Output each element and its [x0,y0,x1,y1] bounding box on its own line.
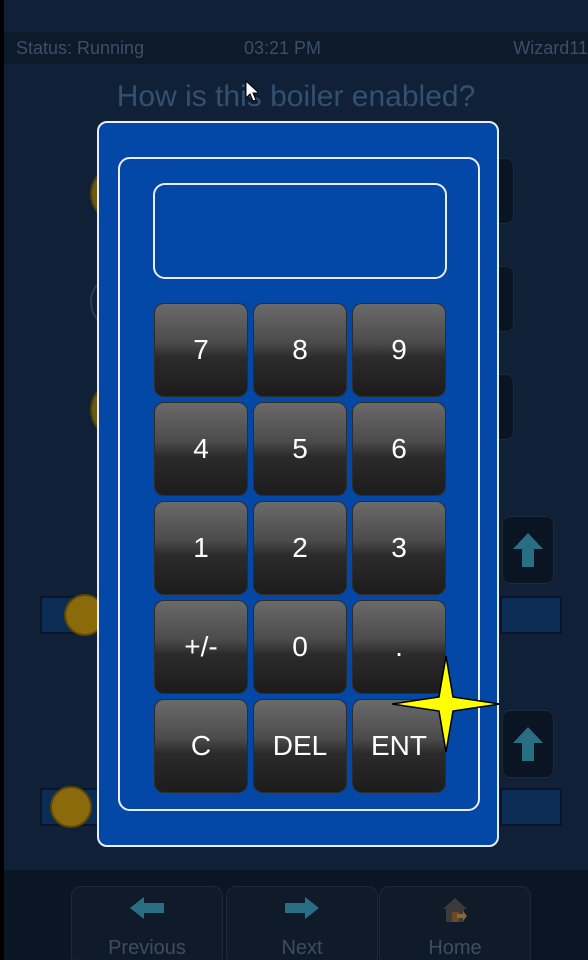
slider-knob-2[interactable] [50,786,92,828]
bottom-nav: Previous Next Home [4,870,588,960]
click-sparkle-icon [392,656,500,752]
key-plus-minus[interactable]: +/- [154,600,248,694]
clock-text: 03:21 PM [244,38,322,58]
wizard-name: Wizard11 [513,38,588,58]
question-title: How is this boiler enabled? [116,80,476,113]
status-bar: Status: Running 03:21 PM Wizard11 [4,32,588,64]
key-1[interactable]: 1 [154,501,248,595]
home-label: Home [428,937,482,959]
key-7[interactable]: 7 [154,303,248,397]
key-8[interactable]: 8 [253,303,347,397]
slider-track-right-1[interactable] [500,596,562,634]
arrow-left-icon [130,897,164,919]
key-delete[interactable]: DEL [253,699,347,793]
key-4[interactable]: 4 [154,402,248,496]
arrow-up-icon [513,533,543,567]
up-arrow-button-1[interactable] [502,516,554,584]
key-5[interactable]: 5 [253,402,347,496]
key-9[interactable]: 9 [352,303,446,397]
next-label: Next [281,937,323,959]
key-3[interactable]: 3 [352,501,446,595]
key-clear[interactable]: C [154,699,248,793]
previous-button[interactable]: Previous [71,886,223,960]
key-2[interactable]: 2 [253,501,347,595]
up-arrow-button-2[interactable] [502,710,554,778]
slider-track-right-2[interactable] [500,788,562,826]
next-button[interactable]: Next [226,886,378,960]
key-0[interactable]: 0 [253,600,347,694]
previous-label: Previous [108,937,186,959]
screen: Status: Running 03:21 PM Wizard11 How is… [0,0,588,960]
mouse-pointer-icon [245,80,261,102]
arrow-right-icon [285,897,319,919]
key-6[interactable]: 6 [352,402,446,496]
status-text: Status: Running [16,38,145,58]
arrow-up-icon [513,727,543,761]
home-button[interactable]: Home [379,886,531,960]
home-exit-icon [443,898,467,922]
keypad-display[interactable] [153,183,447,279]
